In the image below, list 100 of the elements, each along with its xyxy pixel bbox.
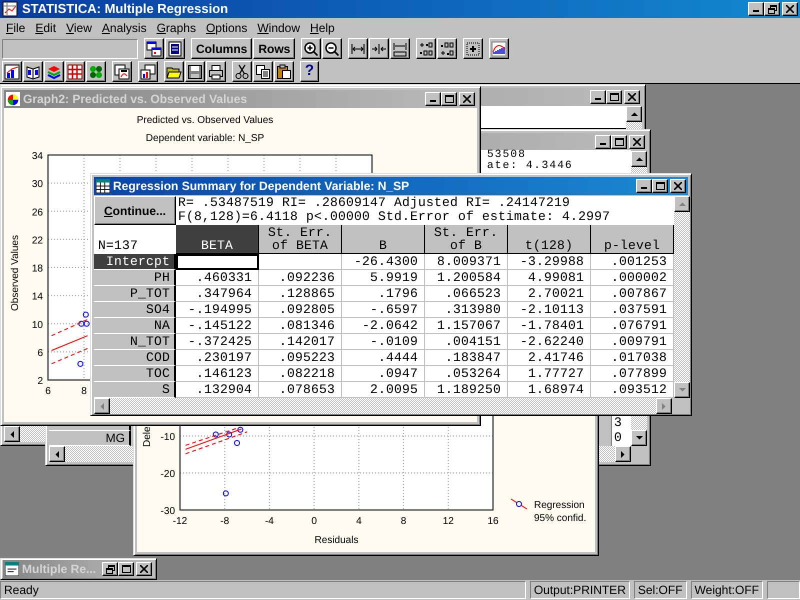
menu-item[interactable]: Edit: [30, 18, 62, 36]
sample-size-label: N=137: [94, 225, 176, 254]
table-cell: .066523: [425, 286, 508, 302]
column-header[interactable]: BETA: [176, 225, 259, 254]
table-cell: .092805: [259, 302, 342, 318]
tick-label: 0: [311, 516, 317, 527]
table-cell: .1796: [342, 286, 425, 302]
table-cell: .0947: [342, 366, 425, 382]
row-header[interactable]: NA: [94, 318, 176, 334]
continue-button[interactable]: Continue...: [94, 196, 176, 225]
table-cell: .092236: [259, 270, 342, 286]
window-title: STATISTICA: Multiple Regression: [22, 0, 228, 18]
tick-label: 8: [81, 386, 87, 397]
menu-item[interactable]: Options: [200, 18, 252, 36]
table-cell: .037591: [591, 302, 674, 318]
table-cell: .077899: [591, 366, 674, 382]
table-cell: .081346: [259, 318, 342, 334]
table-cell: -2.10113: [508, 302, 591, 318]
tick-label: 14: [32, 292, 43, 303]
row-header[interactable]: N_TOT: [94, 334, 176, 350]
table-cell: 1.200584: [425, 270, 508, 286]
info-text: 53508: [487, 150, 526, 160]
table-cell: 1.189250: [425, 382, 508, 398]
table-cell: .082218: [259, 366, 342, 382]
info-text: ate: 4.3446: [487, 160, 574, 171]
column-header[interactable]: St. Err. of BETA: [259, 225, 342, 254]
row-header[interactable]: MG: [49, 431, 131, 446]
row-header[interactable]: S: [94, 382, 176, 398]
summary-text: R= .53487519 RI= .28609147 Adjusted RI= .24147219: [178, 196, 572, 210]
table-cell: 2.0095: [342, 382, 425, 398]
table-cell: .128865: [259, 286, 342, 302]
tick-label: 4: [356, 516, 362, 527]
tick-label: 2: [37, 376, 43, 387]
table-cell: .017038: [591, 350, 674, 366]
tick-label: 6: [37, 348, 43, 359]
column-header[interactable]: St. Err. of B: [425, 225, 508, 254]
table-cell: -1.78401: [508, 318, 591, 334]
column-header[interactable]: B: [342, 225, 425, 254]
table-cell: .460331: [176, 270, 259, 286]
status-text: Weight:OFF: [690, 581, 763, 599]
table-cell: 2.41746: [508, 350, 591, 366]
tick-label: 6: [45, 386, 51, 397]
tick-label: 22: [32, 235, 43, 246]
summary-text: F(8,128)=6.4118 p<.00000 Std.Error of estimate: 4.2997: [178, 210, 612, 224]
tick-label: -12: [172, 516, 188, 527]
table-cell: .001253: [591, 254, 674, 270]
table-cell: .230197: [176, 350, 259, 366]
tick-label: -8: [220, 516, 230, 527]
menu-item[interactable]: File: [1, 18, 30, 36]
menu-item[interactable]: Analysis: [96, 18, 152, 36]
tick-label: -30: [160, 506, 175, 517]
table-cell: 1.68974: [508, 382, 591, 398]
chart-title: Predicted vs. Observed Values: [136, 115, 274, 126]
table-cell: -.6597: [342, 302, 425, 318]
column-header[interactable]: p-level: [591, 225, 674, 254]
tick-label: -4: [264, 516, 274, 527]
axis-label: Residuals: [314, 535, 358, 546]
tick-label: 12: [442, 516, 454, 527]
table-cell: -.0109: [342, 334, 425, 350]
tick-label: 18: [32, 264, 43, 274]
tick-label: -10: [160, 432, 175, 443]
table-cell: .053264: [425, 366, 508, 382]
column-header[interactable]: t(128): [508, 225, 591, 254]
menu-item[interactable]: Graphs: [152, 18, 201, 36]
row-header[interactable]: SO4: [94, 302, 176, 318]
legend-label: 95% confid.: [534, 513, 586, 524]
table-cell: -26.4300: [342, 254, 425, 270]
table-cell: -.194995: [176, 302, 259, 318]
row-header[interactable]: COD: [94, 350, 176, 366]
table-cell: .009791: [591, 334, 674, 350]
table-cell: .183847: [425, 350, 508, 366]
table-cell: 4.99081: [508, 270, 591, 286]
table-cell: 8.009371: [425, 254, 508, 270]
status-text: Output:PRINTER: [530, 581, 630, 599]
toolbar-button[interactable]: Columns: [191, 38, 252, 59]
row-header[interactable]: TOC: [94, 366, 176, 382]
toolbar-button[interactable]: Rows: [253, 38, 296, 59]
table-cell: .076791: [591, 318, 674, 334]
row-header[interactable]: P_TOT: [94, 286, 176, 302]
table-cell: .146123: [176, 366, 259, 382]
table-cell: -2.0642: [342, 318, 425, 334]
table-cell: .347964: [176, 286, 259, 302]
table-cell: .004151: [425, 334, 508, 350]
menu-item[interactable]: Help: [305, 18, 340, 36]
table-cell: .142017: [259, 334, 342, 350]
row-header[interactable]: PH: [94, 270, 176, 286]
menu-item[interactable]: View: [61, 18, 97, 36]
table-cell: 5.9919: [342, 270, 425, 286]
table-cell: 0: [611, 431, 631, 446]
table-cell: .095223: [259, 350, 342, 366]
menu-item[interactable]: Window: [252, 18, 306, 36]
table-cell: 1.157067: [425, 318, 508, 334]
row-header[interactable]: Intercpt: [94, 254, 176, 270]
tick-label: 30: [32, 179, 43, 190]
table-cell: 3: [611, 416, 631, 431]
tick-label: 8: [400, 516, 406, 527]
table-cell: -2.62240: [508, 334, 591, 350]
table-cell: .078653: [259, 382, 342, 398]
tick-label: 10: [32, 320, 43, 331]
help-button[interactable]: ?: [300, 61, 319, 82]
